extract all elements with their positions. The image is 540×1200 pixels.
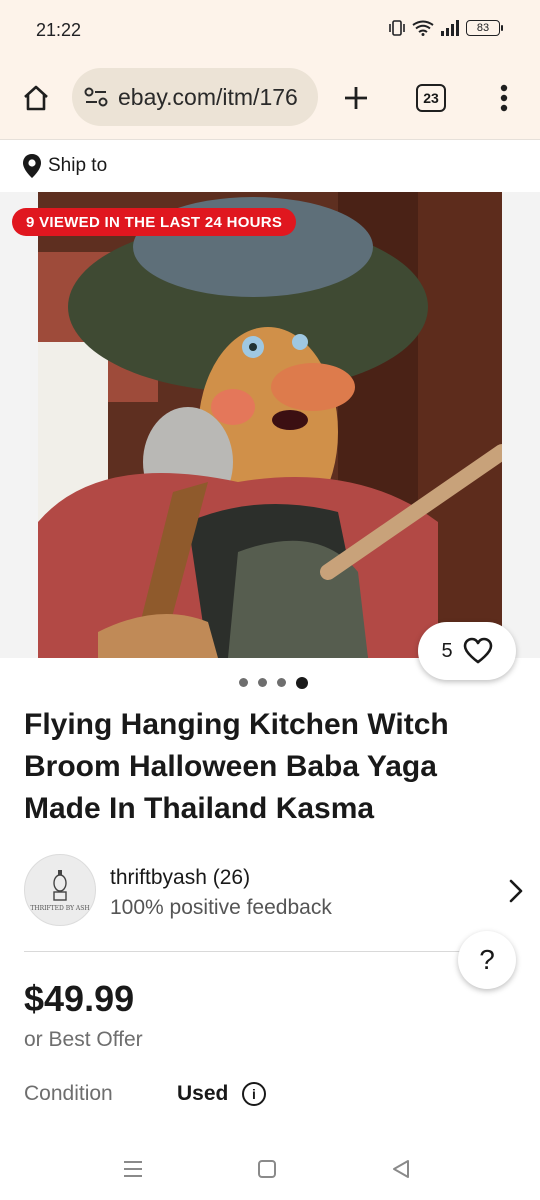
plus-icon bbox=[345, 87, 367, 109]
location-pin-icon bbox=[23, 154, 41, 178]
back-nav-icon[interactable] bbox=[386, 1154, 416, 1184]
product-photo[interactable] bbox=[38, 192, 502, 658]
avatar-text: THRIFTED BY ASH bbox=[30, 904, 90, 912]
home-icon bbox=[24, 85, 48, 111]
status-bar: 21:22 83 bbox=[0, 0, 540, 62]
product-image-carousel[interactable]: 9 VIEWED IN THE LAST 24 HOURS bbox=[0, 192, 540, 658]
divider bbox=[24, 951, 492, 952]
watch-button[interactable]: 5 bbox=[418, 622, 516, 680]
browser-toolbar: ebay.com/itm/176 23 bbox=[0, 62, 540, 140]
signal-icon bbox=[441, 20, 459, 36]
carousel-dots[interactable] bbox=[0, 676, 540, 689]
help-button[interactable]: ? bbox=[458, 931, 516, 989]
wifi-icon bbox=[412, 20, 434, 36]
carousel-dot[interactable] bbox=[257, 678, 267, 687]
system-nav-bar bbox=[0, 1140, 540, 1200]
ship-to-row[interactable]: Ship to bbox=[0, 140, 540, 192]
site-settings-icon[interactable] bbox=[84, 86, 108, 108]
new-tab-button[interactable] bbox=[338, 80, 374, 116]
seller-name[interactable]: thriftbyash (26) bbox=[110, 866, 250, 890]
seller-avatar[interactable]: THRIFTED BY ASH bbox=[24, 854, 96, 926]
more-vert-icon[interactable] bbox=[490, 78, 518, 118]
viewed-badge: 9 VIEWED IN THE LAST 24 HOURS bbox=[12, 208, 297, 236]
home-nav-icon[interactable] bbox=[252, 1154, 282, 1184]
battery-icon: 83 bbox=[466, 20, 503, 36]
price: $49.99 bbox=[24, 978, 135, 1019]
listing-title: Flying Hanging Kitchen Witch Broom Hallo… bbox=[24, 708, 449, 825]
condition-value: Used bbox=[177, 1082, 229, 1105]
home-button[interactable] bbox=[18, 80, 54, 116]
tabs-icon[interactable]: 23 bbox=[416, 84, 446, 112]
chevron-right-icon[interactable] bbox=[508, 878, 524, 904]
url-text[interactable]: ebay.com/itm/176 bbox=[118, 84, 298, 111]
status-time: 21:22 bbox=[36, 20, 82, 40]
info-icon[interactable]: i bbox=[242, 1082, 266, 1106]
status-icons: 83 bbox=[388, 20, 503, 36]
best-offer-label: or Best Offer bbox=[24, 1028, 143, 1051]
seller-row[interactable]: THRIFTED BY ASH thriftbyash (26) 100% po… bbox=[24, 854, 524, 928]
heart-icon bbox=[463, 637, 492, 664]
lamp-logo-icon bbox=[53, 869, 67, 901]
condition-label: Condition bbox=[24, 1082, 113, 1105]
menu-nav-icon[interactable] bbox=[118, 1154, 148, 1184]
vibrate-icon bbox=[389, 20, 405, 36]
carousel-dot[interactable] bbox=[276, 678, 286, 687]
watch-count: 5 bbox=[441, 639, 453, 662]
carousel-dot-active[interactable] bbox=[295, 676, 308, 689]
address-bar[interactable]: ebay.com/itm/176 bbox=[72, 68, 318, 126]
seller-feedback: 100% positive feedback bbox=[110, 896, 332, 919]
carousel-dot[interactable] bbox=[238, 678, 248, 687]
ship-to-label: Ship to bbox=[48, 155, 108, 176]
